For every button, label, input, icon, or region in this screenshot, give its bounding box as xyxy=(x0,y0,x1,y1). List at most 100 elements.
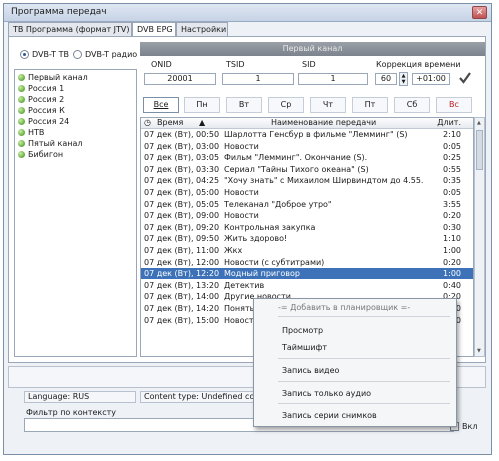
onid-field[interactable]: 20001 xyxy=(144,73,216,85)
table-row[interactable]: 07 дек (Вт), 13:20 Детектив 0:40 xyxy=(141,280,473,291)
table-row[interactable]: 07 дек (Вт), 09:50 Жить здорово! 1:10 xyxy=(141,233,473,244)
tsid-field[interactable]: 1 xyxy=(222,73,294,85)
cell-time: 07 дек (Вт), 05:00 xyxy=(144,188,220,197)
cell-duration: 0:35 xyxy=(443,176,461,186)
cell-time: 07 дек (Вт), 03:05 xyxy=(144,153,220,163)
scroll-down-icon[interactable]: ▼ xyxy=(477,348,481,354)
day-sat-button[interactable]: Сб xyxy=(394,97,430,113)
day-wed-button[interactable]: Ср xyxy=(268,97,304,113)
tab-dvb-epg[interactable]: DVB EPG xyxy=(132,22,176,37)
channel-name: НТВ xyxy=(28,128,45,137)
channel-item[interactable]: НТВ xyxy=(18,128,44,138)
dvbt-radio-radio[interactable] xyxy=(73,50,82,59)
close-button[interactable]: ✕ xyxy=(472,6,487,19)
day-sun-button[interactable]: Вс xyxy=(436,97,472,113)
channel-item[interactable]: Россия 24 xyxy=(18,117,69,127)
cell-duration: 0:05 xyxy=(443,188,461,197)
window-title: Программа передач xyxy=(11,7,107,17)
channel-name: Бибигон xyxy=(28,150,64,159)
cell-duration: 0:20 xyxy=(443,257,461,267)
table-scrollbar[interactable]: ▲ ▼ xyxy=(474,117,485,357)
day-mon-button[interactable]: Пн xyxy=(184,97,220,113)
table-row[interactable]: 07 дек (Вт), 12:00 Новости (с субтитрами)… xyxy=(141,257,473,268)
table-row[interactable]: 07 дек (Вт), 03:30 Сериал "Тайны Тихого о… xyxy=(141,164,473,175)
channel-name: Первый канал xyxy=(28,73,88,82)
tv-channel-icon xyxy=(18,107,25,114)
cell-time: 07 дек (Вт), 05:05 xyxy=(144,199,220,209)
tab-jtv[interactable]: ТВ Программа (формат JTV) xyxy=(8,22,132,36)
menu-separator xyxy=(278,316,450,317)
dvbt-tv-radio[interactable] xyxy=(20,50,29,59)
channel-header: Первый канал xyxy=(140,42,485,56)
tab-settings[interactable]: Настройки xyxy=(176,22,228,36)
channel-name: Россия 2 xyxy=(28,95,65,104)
channel-name: Россия 24 xyxy=(28,117,70,126)
table-row[interactable]: 07 дек (Вт), 12:20 Модный приговор 1:00 xyxy=(141,268,473,280)
col-name-header[interactable]: Наименование передачи xyxy=(271,118,376,128)
channel-item[interactable]: Бибигон xyxy=(18,150,63,160)
cell-time: 07 дек (Вт), 13:20 xyxy=(144,280,220,290)
scroll-up-icon[interactable]: ▲ xyxy=(477,120,481,126)
menu-separator xyxy=(278,358,450,359)
table-row[interactable]: 07 дек (Вт), 03:05 Фильм "Лемминг". Оконч… xyxy=(141,152,473,163)
col-duration-header[interactable]: Длит. xyxy=(437,118,461,128)
table-row[interactable]: 07 дек (Вт), 03:00 Новости 0:05 xyxy=(141,141,473,152)
cell-name: Жить здорово! xyxy=(224,234,288,244)
menu-item-record-video[interactable]: Запись видео xyxy=(282,366,339,375)
menu-item-record-snapshots[interactable]: Запись серии снимков xyxy=(282,411,377,420)
channel-name: Россия 1 xyxy=(28,84,65,93)
dvbt-tv-label: DVB-T ТВ xyxy=(32,50,69,59)
title-bar: Программа передач ✕ xyxy=(4,4,491,22)
menu-item-view[interactable]: Просмотр xyxy=(282,326,323,335)
cell-duration: 0:30 xyxy=(443,222,461,232)
sid-field[interactable]: 1 xyxy=(298,73,368,85)
channel-item[interactable]: Россия К xyxy=(18,106,65,116)
menu-item-timeshift[interactable]: Таймшифт xyxy=(282,343,327,352)
day-tue-button[interactable]: Вт xyxy=(226,97,262,113)
channel-item[interactable]: Пятый канал xyxy=(18,139,83,149)
menu-header: -= Добавить в планировщик =- xyxy=(278,303,411,312)
tv-channel-icon xyxy=(18,74,25,81)
cell-time: 07 дек (Вт), 14:00 xyxy=(144,292,220,302)
tv-channel-icon xyxy=(18,151,25,158)
channel-item[interactable]: Россия 2 xyxy=(18,95,64,105)
table-row[interactable]: 07 дек (Вт), 09:20 Контрольная закупка 0:3… xyxy=(141,222,473,233)
day-fri-button[interactable]: Пт xyxy=(352,97,388,113)
day-all-button[interactable]: Все xyxy=(143,97,179,113)
cell-time: 07 дек (Вт), 09:20 xyxy=(144,222,220,232)
col-time-header[interactable]: Время xyxy=(157,118,183,128)
cell-time: 07 дек (Вт), 03:00 xyxy=(144,141,220,151)
table-row[interactable]: 07 дек (Вт), 00:50 Шарлотта Генсбур в фил… xyxy=(141,129,473,140)
cell-name: Телеканал "Доброе утро" xyxy=(224,199,332,209)
cell-duration: 0:55 xyxy=(443,164,461,174)
day-thu-button[interactable]: Чт xyxy=(310,97,346,113)
clock-icon: ◷ xyxy=(144,118,151,127)
channel-name: Россия К xyxy=(28,106,65,115)
correction-spinner[interactable]: ▲ ▼ xyxy=(399,72,408,86)
tv-channel-icon xyxy=(18,118,25,125)
menu-separator xyxy=(278,403,450,404)
menu-item-record-audio[interactable]: Запись только аудио xyxy=(282,389,371,398)
channel-list: Первый канал Россия 1 Россия 2 Россия К … xyxy=(14,69,137,357)
channel-item[interactable]: Россия 1 xyxy=(18,84,64,94)
cell-name: Сериал "Тайны Тихого океана" (S) xyxy=(224,164,369,174)
cell-name: Новости xyxy=(224,211,259,221)
cell-duration: 0:20 xyxy=(443,211,461,221)
cell-name: Фильм "Лемминг". Окончание (S). xyxy=(224,153,368,163)
cell-duration: 1:00 xyxy=(443,269,461,279)
correction-minutes-field[interactable]: 60 xyxy=(375,73,397,85)
cell-name: Шарлотта Генсбур в фильме "Лемминг" (S) xyxy=(224,130,408,139)
cell-name: Модный приговор xyxy=(224,269,300,279)
table-row[interactable]: 07 дек (Вт), 11:00 Жкх 1:00 xyxy=(141,245,473,256)
table-row[interactable]: 07 дек (Вт), 05:05 Телеканал "Доброе утро… xyxy=(141,199,473,210)
table-row[interactable]: 07 дек (Вт), 04:25 "Хочу знать" с Михаило… xyxy=(141,175,473,186)
table-row[interactable]: 07 дек (Вт), 09:00 Новости 0:20 xyxy=(141,210,473,221)
table-row[interactable]: 07 дек (Вт), 05:00 Новости 0:05 xyxy=(141,187,473,198)
scroll-thumb[interactable] xyxy=(476,130,483,170)
channel-item[interactable]: Первый канал xyxy=(18,73,88,83)
checkmark-icon[interactable] xyxy=(458,71,472,85)
tv-channel-icon xyxy=(18,85,25,92)
cell-name: Контрольная закупка xyxy=(224,222,316,232)
tv-channel-icon xyxy=(18,129,25,136)
menu-separator xyxy=(278,381,450,382)
